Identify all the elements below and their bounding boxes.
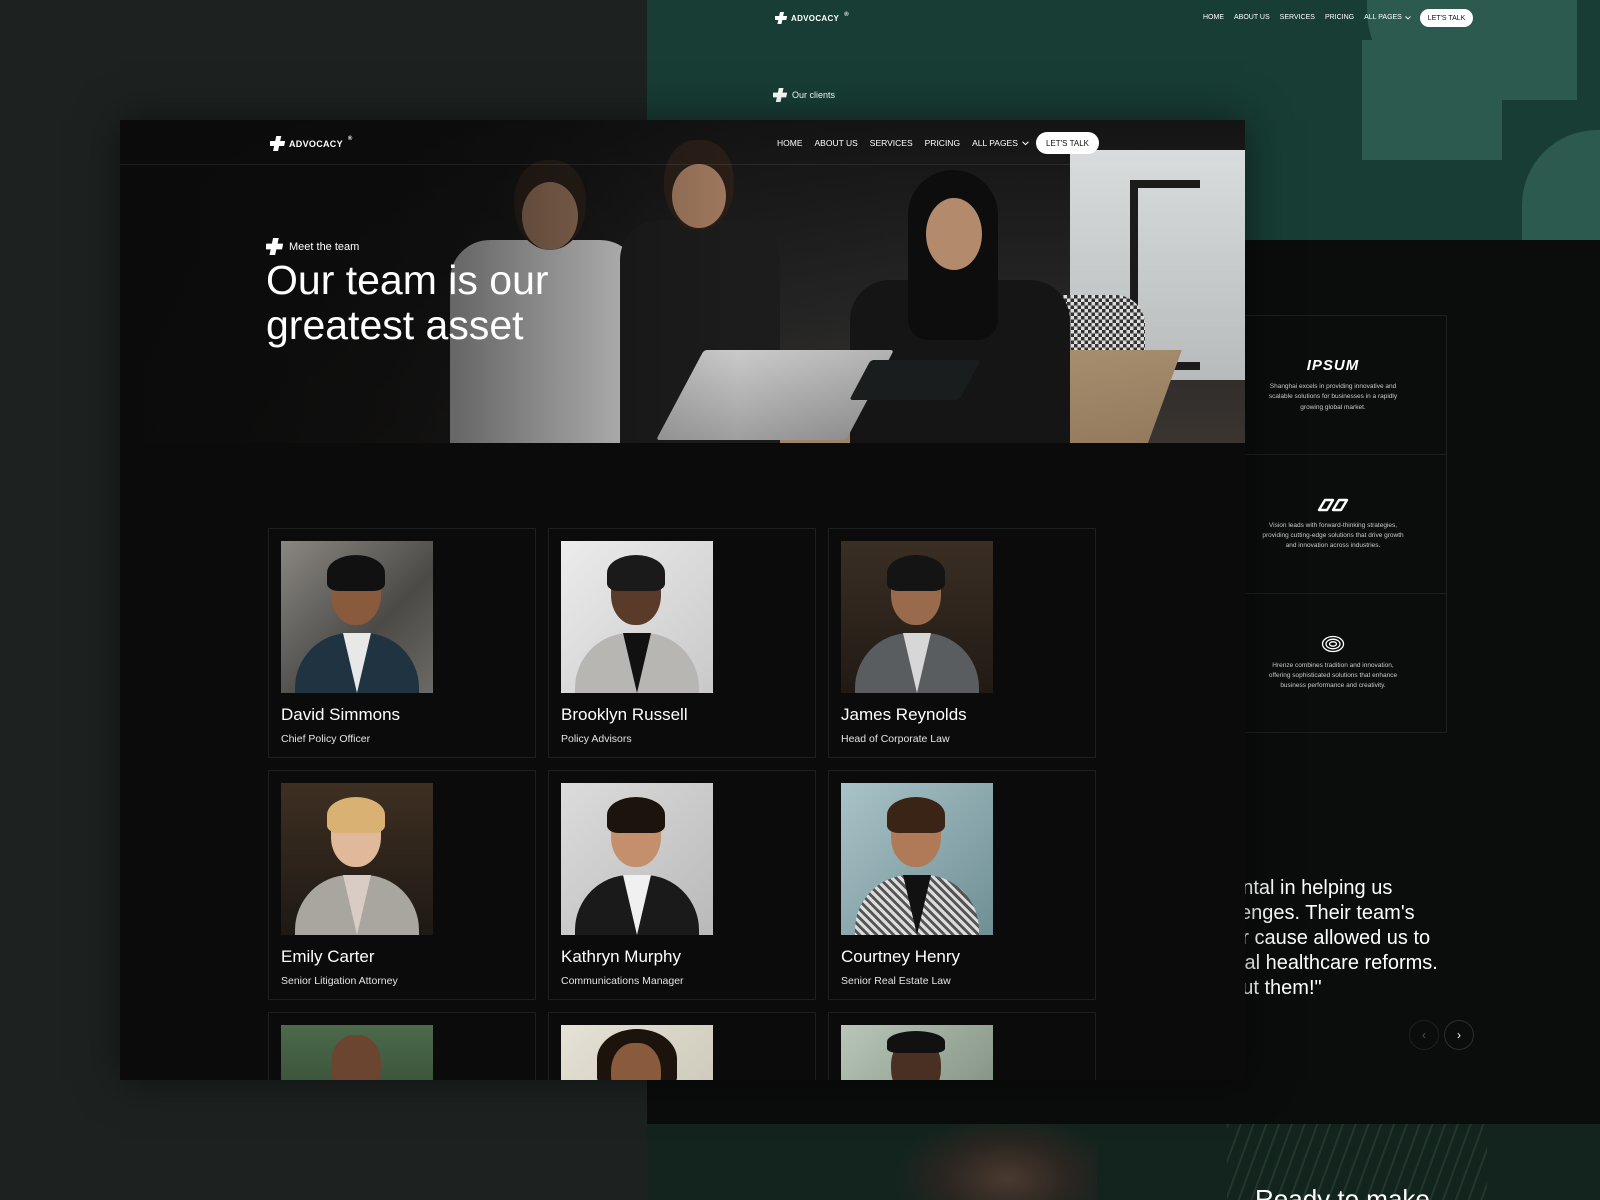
nav-about-us[interactable]: ABOUT US xyxy=(1234,14,1270,21)
quote-line: hout them!" xyxy=(1220,977,1322,999)
member-role: Senior Litigation Attorney xyxy=(281,975,398,987)
team-member-card[interactable] xyxy=(548,1012,816,1080)
registered-mark: ® xyxy=(844,12,849,18)
member-name: David Simmons xyxy=(281,705,401,724)
brand-name: ADVOCACY xyxy=(289,138,343,149)
lets-talk-button[interactable]: LET'S TALK xyxy=(1420,9,1473,27)
quote-line: our cause allowed us to xyxy=(1220,927,1431,949)
nav-home[interactable]: HOME xyxy=(1203,14,1224,21)
team-member-card[interactable]: David Simmons Chief Policy Officer xyxy=(268,528,536,758)
client-description: Vision leads with forward-thinking strat… xyxy=(1262,521,1404,550)
member-photo xyxy=(841,783,993,935)
cta-heading: Ready to make xyxy=(1255,1184,1430,1200)
member-photo xyxy=(561,783,713,935)
chevron-left-icon: ‹ xyxy=(1422,1028,1426,1042)
team-member-card[interactable]: Kathryn Murphy Communications Manager xyxy=(548,770,816,1000)
chevron-down-icon xyxy=(1022,140,1029,145)
client-description: Hrenze combines tradition and innovation… xyxy=(1268,661,1398,690)
nav-all-pages-label: ALL PAGES xyxy=(1364,14,1402,21)
member-name: Kathryn Murphy xyxy=(561,947,681,966)
testimonial-quote: nental in helping us allenges. Their tea… xyxy=(1220,876,1480,1001)
spiral-logo-icon xyxy=(1321,635,1345,653)
cta-section: Ready to make xyxy=(647,1124,1600,1200)
client-description: Shanghai excels in providing innovative … xyxy=(1268,383,1398,411)
plus-logo-icon xyxy=(775,12,787,24)
plus-logo-icon xyxy=(270,136,285,151)
member-name: Emily Carter xyxy=(281,947,375,966)
eyebrow-label: Our clients xyxy=(792,90,836,100)
team-page-window: ADVOCACY ® HOME ABOUT US SERVICES PRICIN… xyxy=(120,120,1245,1080)
member-photo xyxy=(841,1025,993,1080)
quote-line: itical healthcare reforms. xyxy=(1220,952,1438,974)
brand-name: ADVOCACY xyxy=(791,13,840,23)
decorative-shape xyxy=(1522,130,1600,240)
client-card: IPSUM Shanghai excels in providing innov… xyxy=(1220,316,1446,455)
nav-home[interactable]: HOME xyxy=(777,138,803,148)
member-name: James Reynolds xyxy=(841,705,967,724)
lets-talk-button[interactable]: LET'S TALK xyxy=(1036,132,1099,154)
plus-logo-icon xyxy=(773,88,787,102)
quote-line: nental in helping us xyxy=(1220,877,1393,899)
client-card: Hrenze combines tradition and innovation… xyxy=(1220,594,1446,733)
member-photo xyxy=(841,541,993,693)
carousel-prev-button[interactable]: ‹ xyxy=(1409,1020,1439,1050)
team-member-card[interactable] xyxy=(828,1012,1096,1080)
member-role: Policy Advisors xyxy=(561,733,632,745)
team-member-card[interactable]: Emily Carter Senior Litigation Attorney xyxy=(268,770,536,1000)
clients-list: IPSUM Shanghai excels in providing innov… xyxy=(1220,315,1447,733)
nav-links: HOME ABOUT US SERVICES PRICING ALL PAGES xyxy=(1203,14,1411,21)
plus-logo-icon xyxy=(266,238,283,255)
nav-pricing[interactable]: PRICING xyxy=(1325,14,1354,21)
chevron-right-icon: › xyxy=(1457,1028,1461,1042)
client-logo-ipsum: IPSUM xyxy=(1306,357,1360,375)
section-eyebrow: Meet the team xyxy=(266,238,359,255)
cta-photo xyxy=(897,1124,1097,1200)
member-photo xyxy=(281,1025,433,1080)
member-photo xyxy=(281,541,433,693)
nav-links: HOME ABOUT US SERVICES PRICING ALL PAGES xyxy=(777,138,1029,148)
infinity-logo-icon xyxy=(1317,498,1349,512)
client-card: Vision leads with forward-thinking strat… xyxy=(1220,455,1446,594)
member-role: Chief Policy Officer xyxy=(281,733,371,745)
nav-divider xyxy=(120,164,1245,165)
quote-line: allenges. Their team's xyxy=(1220,902,1415,924)
team-member-card[interactable]: Brooklyn Russell Policy Advisors xyxy=(548,528,816,758)
decorative-shape xyxy=(1362,40,1502,160)
member-role: Head of Corporate Law xyxy=(841,733,950,745)
member-role: Senior Real Estate Law xyxy=(841,975,951,987)
team-member-card[interactable]: James Reynolds Head of Corporate Law xyxy=(828,528,1096,758)
nav-all-pages[interactable]: ALL PAGES xyxy=(972,138,1029,148)
team-member-card[interactable]: Courtney Henry Senior Real Estate Law xyxy=(828,770,1096,1000)
page-title: Our team is our greatest asset xyxy=(266,257,549,348)
member-role: Communications Manager xyxy=(561,975,684,987)
member-photo xyxy=(281,783,433,935)
nav-about-us[interactable]: ABOUT US xyxy=(815,138,858,148)
nav-services[interactable]: SERVICES xyxy=(1280,14,1315,21)
team-member-card[interactable] xyxy=(268,1012,536,1080)
carousel-next-button[interactable]: › xyxy=(1444,1020,1474,1050)
brand-logo[interactable]: ADVOCACY ® xyxy=(775,12,849,24)
member-photo xyxy=(561,541,713,693)
section-eyebrow: Our clients xyxy=(773,88,835,102)
top-navbar: ADVOCACY ® HOME ABOUT US SERVICES PRICIN… xyxy=(647,9,1600,29)
team-grid: David Simmons Chief Policy Officer Brook… xyxy=(268,528,1096,1080)
nav-services[interactable]: SERVICES xyxy=(870,138,913,148)
nav-all-pages[interactable]: ALL PAGES xyxy=(1364,14,1411,21)
chevron-down-icon xyxy=(1405,15,1411,20)
member-photo xyxy=(561,1025,713,1080)
member-name: Courtney Henry xyxy=(841,947,961,966)
member-name: Brooklyn Russell xyxy=(561,705,688,724)
eyebrow-label: Meet the team xyxy=(289,240,360,253)
registered-mark: ® xyxy=(347,136,353,142)
brand-logo[interactable]: ADVOCACY ® xyxy=(270,136,353,151)
nav-all-pages-label: ALL PAGES xyxy=(972,138,1018,148)
nav-pricing[interactable]: PRICING xyxy=(925,138,960,148)
